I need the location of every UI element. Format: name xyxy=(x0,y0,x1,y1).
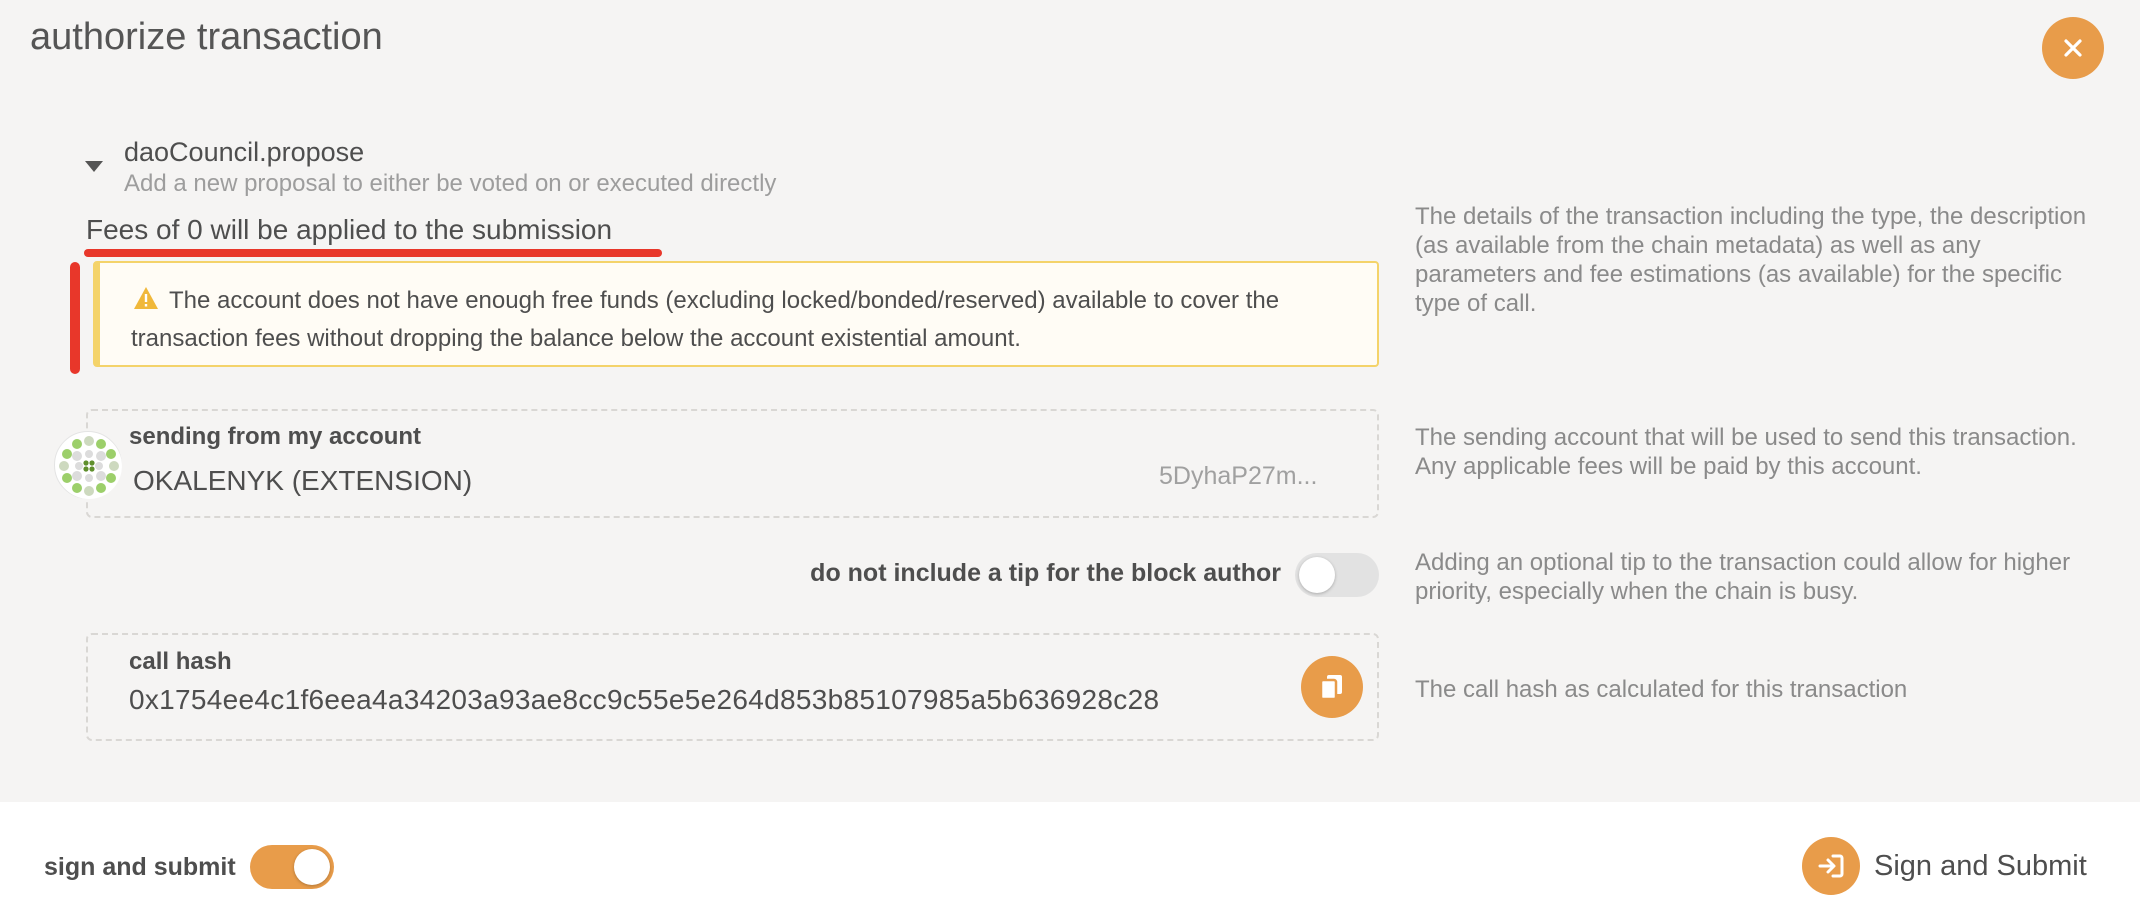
annotation-sidebar-mark xyxy=(70,262,80,374)
call-hash-help-text: The call hash as calculated for this tra… xyxy=(1415,676,1908,703)
tip-help-text: Adding an optional tip to the transactio… xyxy=(1415,549,2071,605)
warning-text-container: The account does not have enough free fu… xyxy=(131,282,1371,358)
modal-title: authorize transaction xyxy=(30,16,383,58)
call-help-text: The details of the transaction including… xyxy=(1415,203,2087,317)
sign-and-submit-label: Sign and Submit xyxy=(1874,849,2087,882)
call-hash-value: 0x1754ee4c1f6eea4a34203a93ae8cc9c55e5e26… xyxy=(129,684,1160,715)
sign-and-submit-toggle[interactable] xyxy=(250,845,334,889)
account-address: 5DyhaP27m... xyxy=(1159,462,1318,490)
identicon-icon xyxy=(56,433,122,499)
call-hash-label: call hash xyxy=(129,648,232,675)
copy-button[interactable] xyxy=(1301,656,1363,718)
close-button[interactable] xyxy=(2042,17,2104,79)
call-description: Add a new proposal to either be voted on… xyxy=(124,170,777,197)
tip-toggle-knob xyxy=(1299,557,1335,593)
tip-toggle[interactable] xyxy=(1295,553,1379,597)
sign-toggle-knob xyxy=(294,849,330,885)
call-method: daoCouncil.propose xyxy=(124,137,365,167)
sign-and-submit-button[interactable]: Sign and Submit xyxy=(1802,837,2087,895)
account-label: sending from my account xyxy=(129,423,422,450)
account-identicon xyxy=(54,431,122,499)
expand-caret-icon[interactable] xyxy=(85,161,103,172)
copy-icon xyxy=(1319,675,1342,701)
sign-in-icon xyxy=(1802,837,1860,895)
account-name: OKALENYK (EXTENSION) xyxy=(133,465,473,496)
warning-banner: The account does not have enough free fu… xyxy=(93,261,1379,367)
tip-toggle-label: do not include a tip for the block autho… xyxy=(810,559,1281,587)
warning-text: The account does not have enough free fu… xyxy=(131,287,1280,352)
annotation-underline xyxy=(84,249,662,257)
account-help-text: The sending account that will be used to… xyxy=(1415,424,2077,480)
sign-and-submit-toggle-label: sign and submit xyxy=(44,853,236,881)
fees-text: Fees of 0 will be applied to the submiss… xyxy=(86,214,613,245)
close-icon xyxy=(2064,39,2082,57)
